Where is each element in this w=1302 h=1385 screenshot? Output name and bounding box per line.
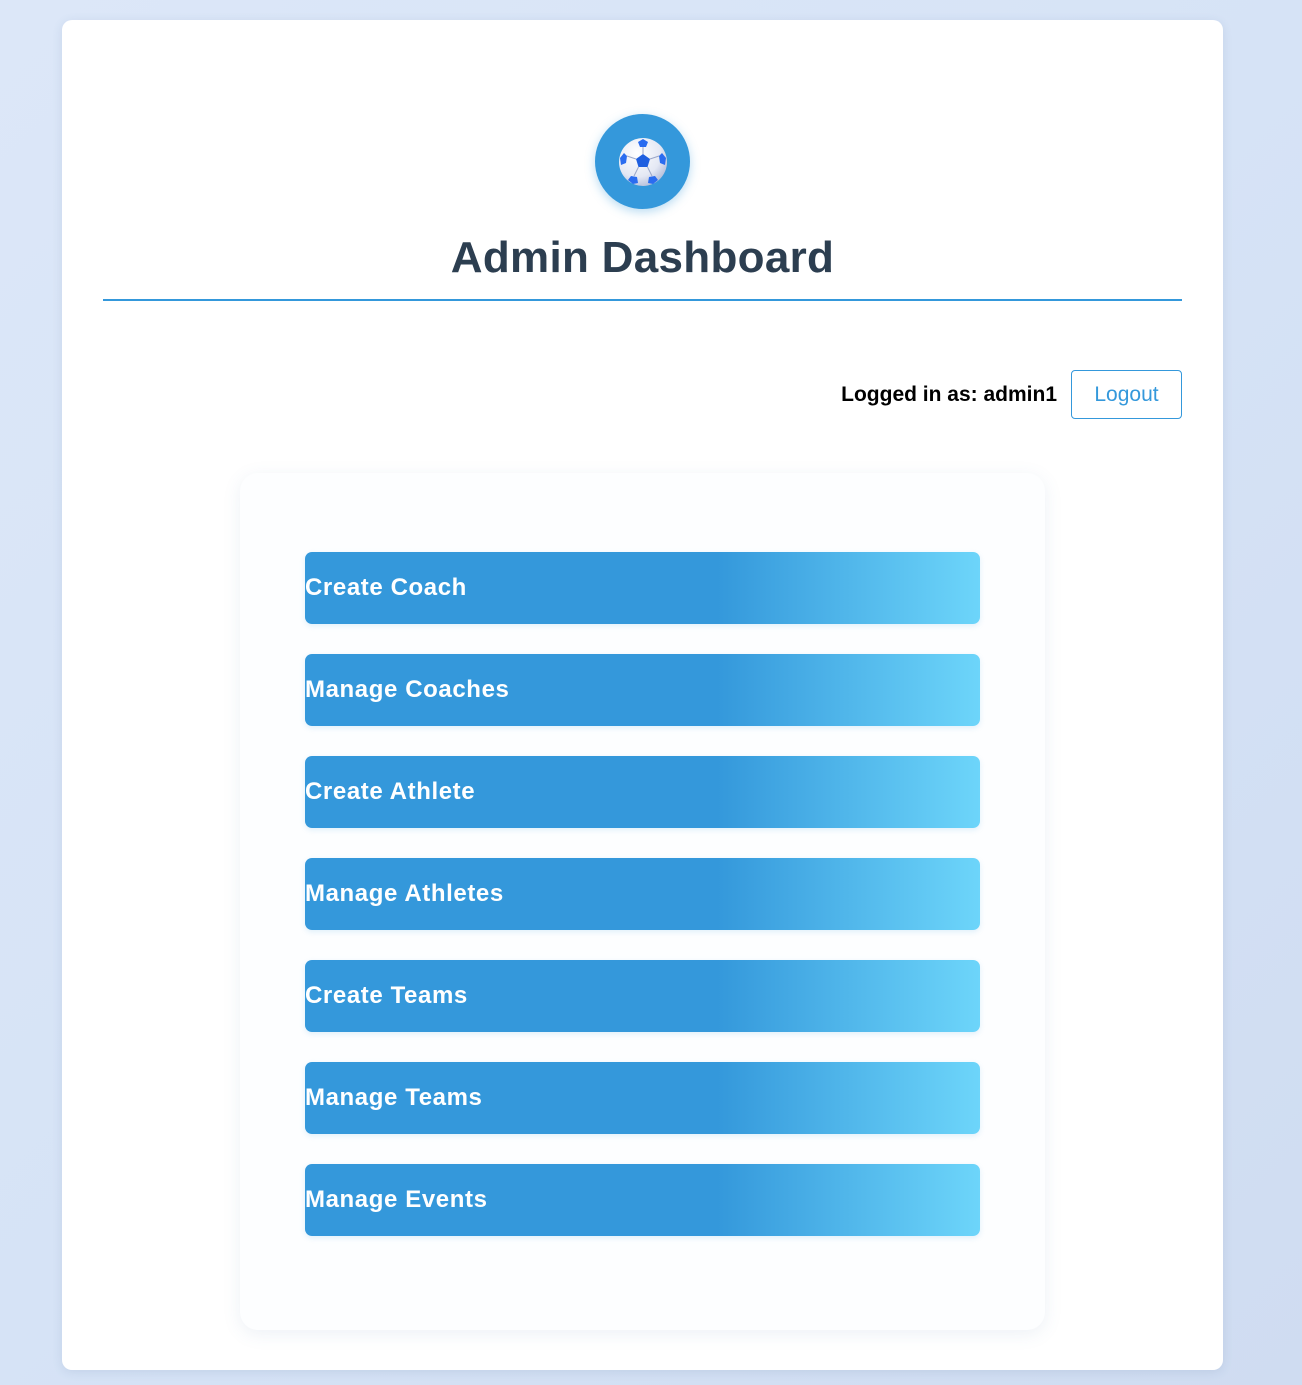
logged-in-user-label: Logged in as: admin1 (841, 382, 1057, 406)
manage-events-button[interactable]: Manage Events (305, 1164, 980, 1236)
page-title: Admin Dashboard (450, 233, 835, 282)
dashboard-card: Admin Dashboard Logged in as: admin1 Log… (62, 20, 1223, 1370)
logout-button[interactable]: Logout (1071, 370, 1182, 419)
logo-badge (595, 114, 690, 209)
title-divider (103, 299, 1182, 301)
create-coach-button[interactable]: Create Coach (305, 552, 980, 624)
admin-menu-list: Create Coach Manage Coaches Create Athle… (305, 552, 980, 1266)
create-teams-button[interactable]: Create Teams (305, 960, 980, 1032)
user-bar: Logged in as: admin1 Logout (841, 370, 1182, 419)
manage-athletes-button[interactable]: Manage Athletes (305, 858, 980, 930)
create-athlete-button[interactable]: Create Athlete (305, 756, 980, 828)
soccer-ball-icon (618, 137, 667, 186)
manage-teams-button[interactable]: Manage Teams (305, 1062, 980, 1134)
admin-menu-panel: Create Coach Manage Coaches Create Athle… (240, 473, 1045, 1330)
manage-coaches-button[interactable]: Manage Coaches (305, 654, 980, 726)
